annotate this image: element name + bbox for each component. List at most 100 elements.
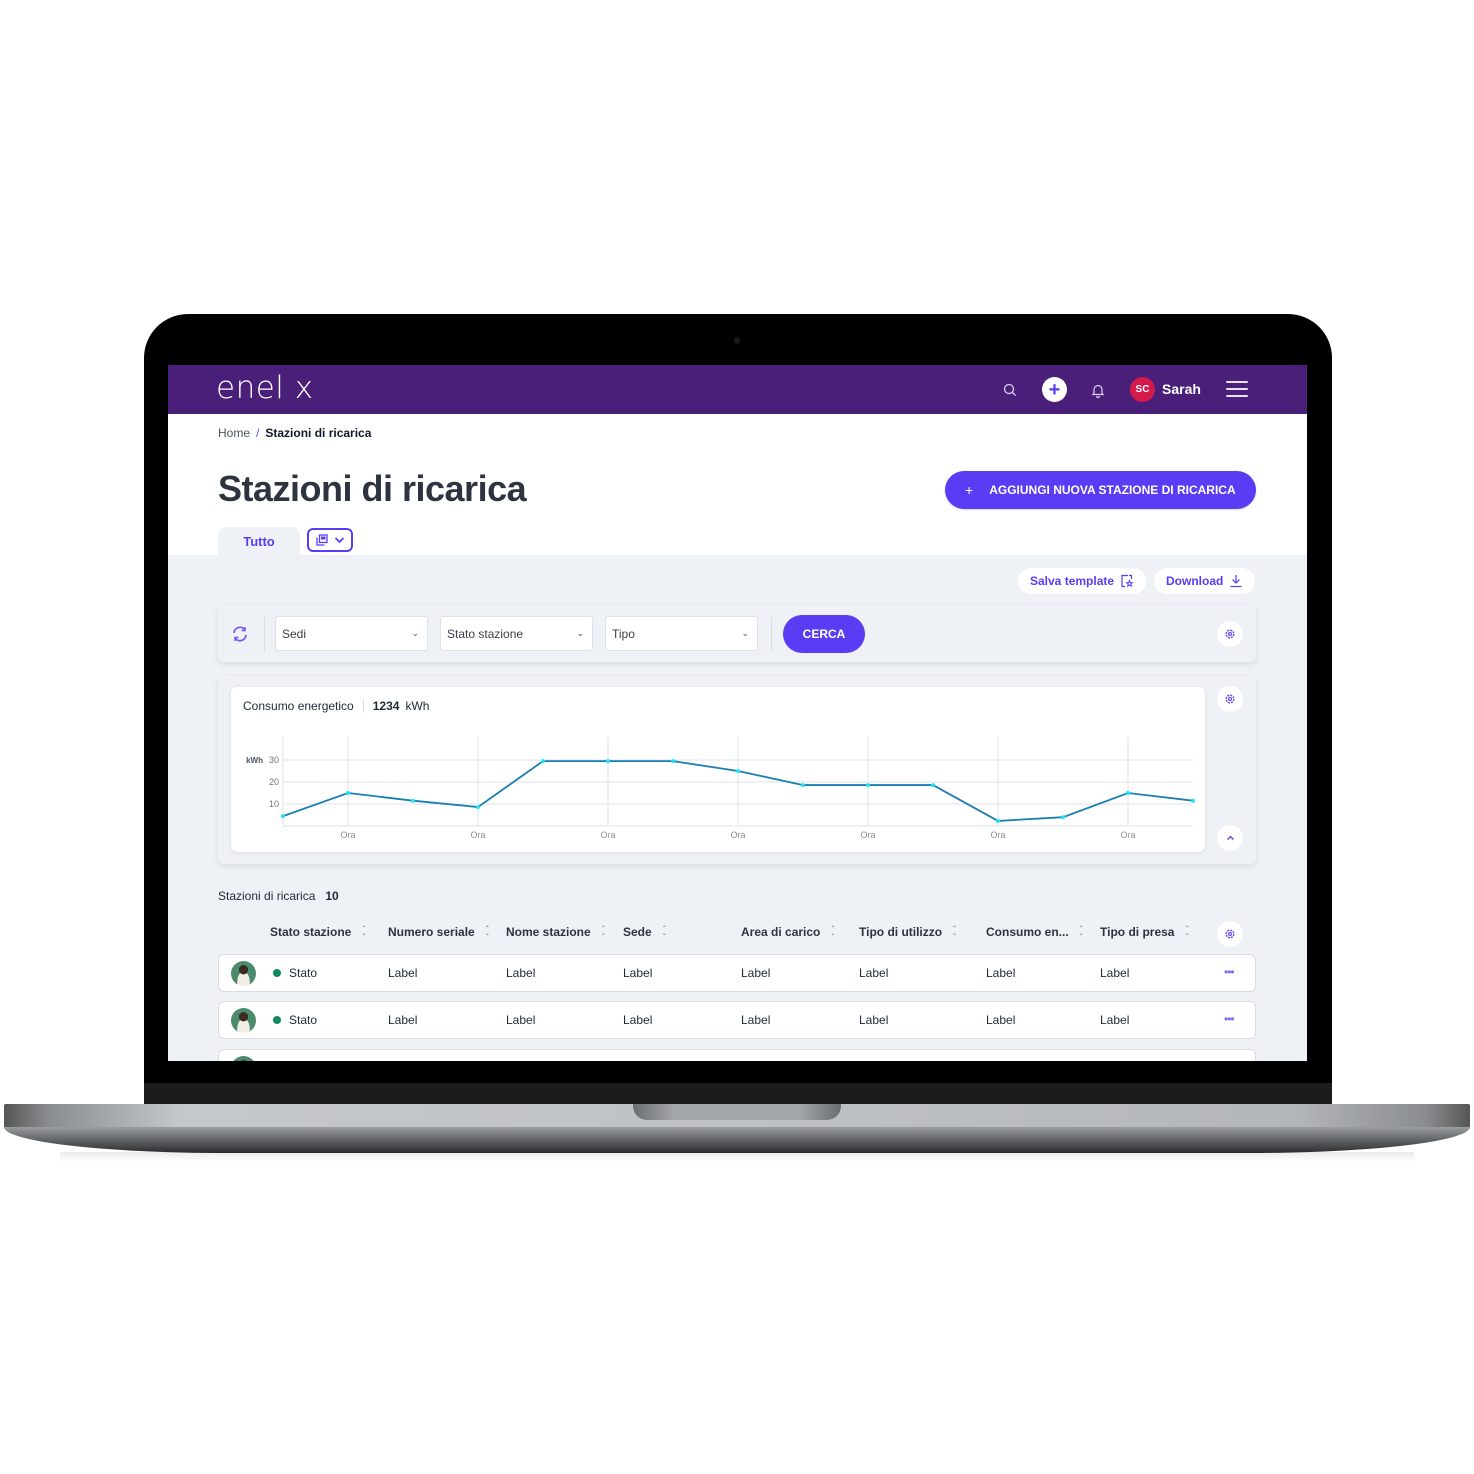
- cell-sede: Label: [623, 966, 653, 980]
- column-header[interactable]: Tipo di presa ⌃ ⌄: [1100, 925, 1190, 939]
- data-point: [541, 759, 545, 764]
- x-tick-label: Ora: [600, 830, 615, 840]
- filter-bar: Sedi ⌄ Stato stazione ⌄ Tipo ⌄ CERCA: [218, 605, 1256, 662]
- stato-stazione-select[interactable]: Stato stazione ⌄: [440, 616, 593, 651]
- cell-stato: Stato: [289, 1013, 318, 1027]
- data-point: [996, 818, 1000, 823]
- table-row-partial[interactable]: [218, 1049, 1256, 1061]
- y-tick-label: 10: [269, 799, 279, 809]
- sort-icon: ⌃ ⌄: [830, 926, 836, 937]
- table-count: Stazioni di ricarica 10: [218, 889, 339, 903]
- filter-settings-button[interactable]: [1217, 621, 1243, 647]
- cell-tipo-di-utilizzo: Label: [859, 1013, 889, 1027]
- chevron-down-icon: ⌄: [741, 628, 749, 638]
- page-title: Stazioni di ricarica: [218, 468, 527, 509]
- refresh-icon[interactable]: [230, 624, 250, 644]
- breadcrumb: Home / Stazioni di ricarica: [218, 426, 371, 440]
- laptop-notch: [633, 1104, 841, 1120]
- cell-stato: Stato: [289, 966, 318, 980]
- app-screen: enel x + SC Sarah Home / Stazioni di ricar…: [168, 365, 1307, 1061]
- cell-nome-stazione: Label: [506, 1013, 536, 1027]
- camera: [734, 337, 740, 344]
- cell-consumo: Label: [986, 1013, 1016, 1027]
- laptop-base-bottom: [4, 1127, 1470, 1153]
- hamburger-icon[interactable]: [1226, 381, 1248, 397]
- more-options-icon[interactable]: •••: [1224, 1012, 1235, 1026]
- column-header[interactable]: Tipo di utilizzo ⌃ ⌄: [859, 925, 957, 939]
- y-tick-label: 30: [269, 755, 279, 765]
- column-header[interactable]: Sede ⌃ ⌄: [623, 925, 667, 939]
- x-tick-label: Ora: [990, 830, 1005, 840]
- sedi-select[interactable]: Sedi ⌄: [275, 616, 428, 651]
- enel-x-logo[interactable]: enel x: [216, 370, 314, 406]
- energy-chart-panel: Consumo energetico 1234 kWh 10 20 30 kWh Ora…: [218, 676, 1256, 864]
- collapse-chart-button[interactable]: [1217, 825, 1243, 851]
- breadcrumb-home[interactable]: Home: [218, 426, 250, 440]
- laptop-shadow: [60, 1152, 1414, 1162]
- user-name[interactable]: Sarah: [1162, 381, 1201, 397]
- data-point: [346, 791, 350, 795]
- laptop-chin: [144, 1083, 1332, 1105]
- download-button[interactable]: Download: [1154, 568, 1256, 594]
- quick-add-button[interactable]: +: [1042, 377, 1067, 402]
- status-dot: [273, 1016, 281, 1024]
- x-tick-label: Ora: [340, 830, 355, 840]
- table-settings-button[interactable]: [1217, 921, 1243, 947]
- chevron-down-icon: ⌄: [576, 628, 584, 638]
- add-station-button[interactable]: + AGGIUNGI NUOVA STAZIONE DI RICARICA: [945, 471, 1256, 509]
- sort-icon: ⌃ ⌄: [600, 926, 606, 937]
- column-header[interactable]: Area di carico ⌃ ⌄: [741, 925, 835, 939]
- chevron-up-icon: [1226, 835, 1234, 841]
- page-header: Home / Stazioni di ricarica Stazioni di ri…: [168, 414, 1307, 555]
- status-dot: [273, 969, 281, 977]
- column-header[interactable]: Consumo en... ⌃ ⌄: [986, 925, 1084, 939]
- tipo-select[interactable]: Tipo ⌄: [605, 616, 758, 651]
- energy-chart-card: Consumo energetico 1234 kWh 10 20 30 kWh Ora…: [231, 687, 1205, 852]
- chart-settings-button[interactable]: [1217, 686, 1243, 712]
- column-header[interactable]: Numero seriale ⌃ ⌄: [388, 925, 490, 939]
- y-tick-label: 20: [269, 777, 279, 787]
- data-point: [606, 759, 610, 764]
- plus-icon: +: [1048, 378, 1061, 401]
- tab-tutto[interactable]: Tutto: [218, 527, 300, 555]
- column-header[interactable]: Stato stazione ⌃ ⌄: [270, 925, 366, 939]
- line-chart: 10 20 30 kWh Ora Ora Ora Ora Ora Ora Ora: [246, 737, 1195, 840]
- table-title: Stazioni di ricarica: [218, 889, 316, 903]
- station-avatar: [231, 1008, 256, 1033]
- sort-icon: ⌃ ⌄: [484, 926, 490, 937]
- add-station-label: AGGIUNGI NUOVA STAZIONE DI RICARICA: [989, 483, 1236, 497]
- stato-select-value: Stato stazione: [447, 626, 524, 641]
- more-options-icon[interactable]: •••: [1224, 965, 1235, 979]
- search-button[interactable]: CERCA: [783, 615, 865, 653]
- table-count-value: 10: [325, 889, 339, 903]
- gear-icon: [1225, 694, 1235, 704]
- cell-tipo-di-presa: Label: [1100, 1013, 1130, 1027]
- column-header[interactable]: Nome stazione ⌃ ⌄: [506, 925, 606, 939]
- data-point: [866, 783, 870, 788]
- tipo-select-value: Tipo: [612, 626, 635, 641]
- save-template-button[interactable]: Salva template: [1018, 568, 1147, 594]
- data-point: [801, 783, 805, 788]
- table-row[interactable]: Stato Label Label Label Label Label Labe…: [218, 954, 1256, 992]
- download-label: Download: [1166, 574, 1224, 588]
- cell-sede: Label: [623, 1013, 653, 1027]
- download-icon: [1230, 575, 1242, 588]
- station-avatar: [231, 1056, 256, 1061]
- cell-numero-seriale: Label: [388, 966, 418, 980]
- table-row[interactable]: Stato Label Label Label Label Label Labe…: [218, 1001, 1256, 1039]
- data-point: [281, 814, 285, 819]
- sort-icon: ⌃ ⌄: [1184, 926, 1190, 937]
- search-icon[interactable]: [999, 379, 1021, 401]
- data-point: [476, 805, 480, 810]
- view-selector-button[interactable]: [307, 528, 353, 552]
- divider: [771, 617, 772, 651]
- divider: [264, 617, 265, 651]
- user-avatar[interactable]: SC: [1130, 377, 1155, 402]
- breadcrumb-separator: /: [256, 426, 260, 440]
- laptop-mockup: enel x + SC Sarah Home / Stazioni di ricar…: [0, 0, 1474, 1474]
- template-star-icon: [1121, 574, 1134, 588]
- sort-icon: ⌃ ⌄: [661, 926, 667, 937]
- bell-icon[interactable]: [1087, 379, 1109, 401]
- x-tick-label: Ora: [1120, 830, 1135, 840]
- plus-icon: +: [965, 482, 974, 498]
